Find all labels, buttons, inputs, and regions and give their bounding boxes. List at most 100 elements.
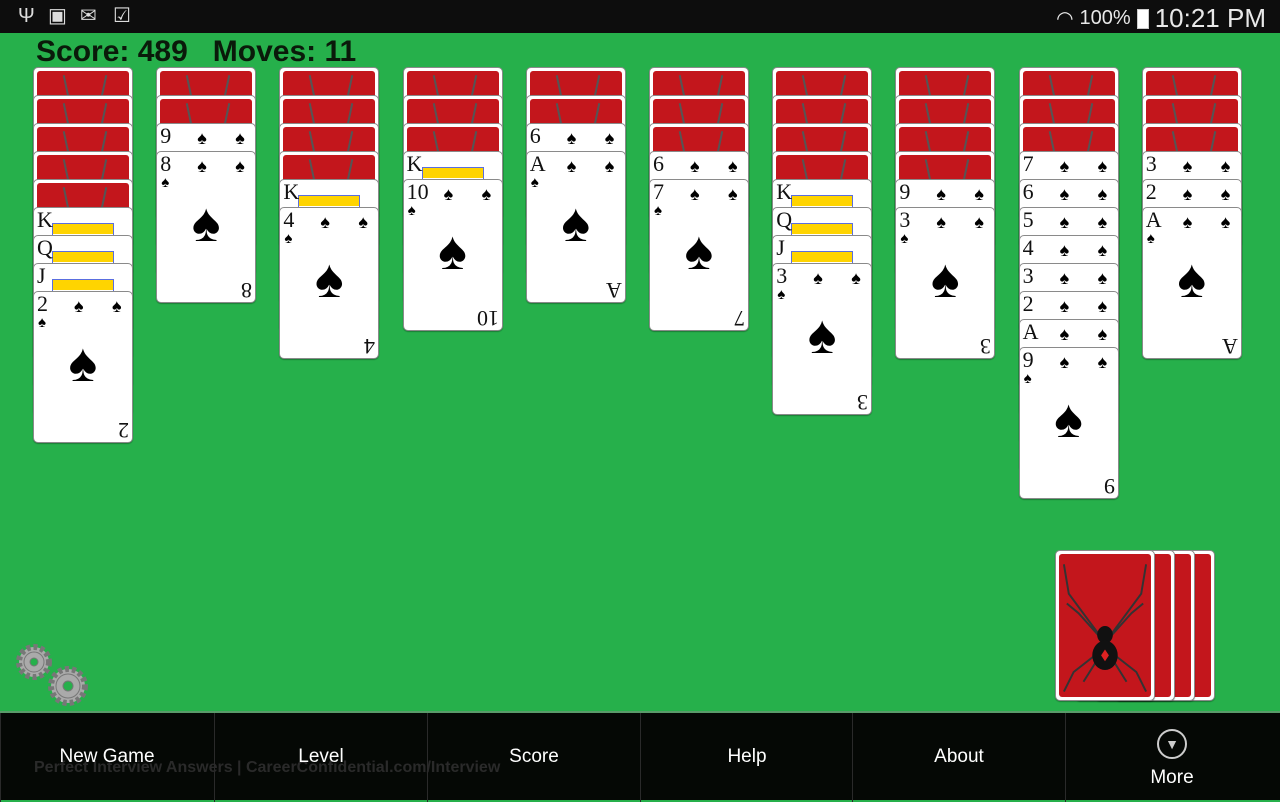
card-rank: 2 <box>37 291 48 316</box>
spade-icon: ♠ <box>235 156 245 176</box>
card-9-spades[interactable]: 9 ♠ ♠ ♠ ♠ 9 <box>1018 347 1119 499</box>
spade-icon: ♠ <box>974 212 984 232</box>
spade-icon: ♠ <box>851 268 861 288</box>
spade-icon: ♠ <box>1097 156 1108 176</box>
card-rank: A <box>529 151 546 176</box>
moves-label: Moves: 11 <box>212 35 357 68</box>
card-4-spades[interactable]: 4 ♠ ♠ ♠ ♠ 4 <box>279 207 380 359</box>
spade-icon: ♠ <box>1097 324 1108 344</box>
spade-icon: ♠ <box>1182 156 1193 176</box>
spade-icon: ♠ <box>1220 156 1231 176</box>
battery-icon <box>1136 8 1149 29</box>
menu-more[interactable]: ▼ More <box>1065 713 1278 802</box>
spade-icon: ♠ <box>197 156 207 176</box>
card-rank: 4 <box>1022 235 1034 260</box>
card-10-spades[interactable]: 10 ♠ ♠ ♠ ♠ 10 <box>402 179 503 331</box>
menu-level[interactable]: Level <box>214 713 427 802</box>
spade-icon: ♠ <box>1097 352 1108 372</box>
spade-icon: ♠ <box>604 128 615 148</box>
spade-icon: ♠ <box>1059 296 1070 316</box>
spade-icon: ♠ <box>728 156 738 176</box>
card-rank-rotated: A <box>605 278 622 303</box>
spade-icon: ♠ <box>320 212 330 232</box>
card-rank-rotated: 8 <box>241 278 253 303</box>
wifi-icon: ◠ <box>1056 8 1074 30</box>
card-rank: Q <box>37 235 53 260</box>
spade-icon: ♠ <box>284 230 293 247</box>
score-display: Score: 489 Moves: 11 <box>36 34 356 70</box>
usb-icon: Ψ <box>18 5 35 27</box>
card-rank-rotated: 3 <box>857 390 869 415</box>
card-3-spades[interactable]: 3 ♠ ♠ ♠ ♠ 3 <box>772 263 873 415</box>
spade-icon: ♠ <box>74 296 84 316</box>
spade-icon: ♠ <box>1220 184 1231 204</box>
spade-icon: ♠ <box>438 221 467 281</box>
card-rank: 6 <box>653 151 664 176</box>
menu-score[interactable]: Score <box>427 713 640 802</box>
card-rank: 9 <box>160 123 172 148</box>
spade-icon: ♠ <box>690 156 700 176</box>
menu-help[interactable]: Help <box>640 713 853 802</box>
card-back-pattern <box>1059 554 1151 697</box>
spade-icon: ♠ <box>1059 268 1070 288</box>
card-rank: K <box>37 207 53 232</box>
card-rank: A <box>1145 207 1162 232</box>
spade-icon: ♠ <box>1097 268 1108 288</box>
card-rank: 7 <box>1022 151 1034 176</box>
spade-icon: ♠ <box>38 314 46 331</box>
spade-icon: ♠ <box>604 156 615 176</box>
spade-icon: ♠ <box>197 128 207 148</box>
spade-icon: ♠ <box>566 156 577 176</box>
spade-icon: ♠ <box>936 184 946 204</box>
card-rank: 2 <box>1145 179 1157 204</box>
card-A-spades[interactable]: A ♠ ♠ ♠ ♠ A <box>1141 207 1242 359</box>
card-rank: A <box>1022 319 1039 344</box>
spade-icon: ♠ <box>931 249 960 309</box>
battery-percent: 100% <box>1079 7 1131 29</box>
spade-icon: ♠ <box>1097 240 1108 260</box>
spade-icon: ♠ <box>1182 212 1193 232</box>
card-rank-rotated: 4 <box>364 334 376 359</box>
card-rank: 9 <box>1022 347 1034 372</box>
card-rank: 6 <box>1022 179 1034 204</box>
card-rank: K <box>283 179 300 204</box>
card-rank: K <box>406 151 423 176</box>
spade-icon: ♠ <box>1059 184 1070 204</box>
score-label: Score: 489 <box>36 35 188 68</box>
card-8-spades[interactable]: 8 ♠ ♠ ♠ ♠ 8 <box>156 151 257 303</box>
card-rank-rotated: 3 <box>980 334 992 359</box>
gallery-icon: ▣ <box>48 5 67 27</box>
spade-icon: ♠ <box>1059 324 1070 344</box>
clock: 10:21 PM <box>1154 3 1266 33</box>
spade-icon: ♠ <box>68 333 98 393</box>
spade-icon: ♠ <box>1182 184 1193 204</box>
menu-about[interactable]: About <box>852 713 1065 802</box>
card-rank: 9 <box>899 179 911 204</box>
menu-new-game[interactable]: New Game <box>0 713 213 802</box>
settings-gears-icon[interactable] <box>12 640 96 710</box>
card-rank: J <box>776 235 785 260</box>
chevron-down-icon: ▼ <box>1157 729 1187 759</box>
spade-icon: ♠ <box>1097 296 1108 316</box>
card-rank: J <box>37 263 46 288</box>
spade-icon: ♠ <box>728 184 738 204</box>
stock-card[interactable] <box>1055 550 1155 701</box>
card-7-spades[interactable]: 7 ♠ ♠ ♠ ♠ 7 <box>649 179 749 331</box>
card-A-spades[interactable]: A ♠ ♠ ♠ ♠ A <box>525 151 626 303</box>
card-2-spades[interactable]: 2 ♠ ♠ ♠ ♠ 2 <box>33 291 133 443</box>
spade-icon: ♠ <box>1023 370 1032 387</box>
spade-icon: ♠ <box>813 268 823 288</box>
spade-icon: ♠ <box>900 230 909 247</box>
spade-icon: ♠ <box>1097 212 1108 232</box>
card-rank-rotated: 2 <box>118 418 129 443</box>
card-rank-rotated: 7 <box>734 306 745 331</box>
spade-icon: ♠ <box>566 128 577 148</box>
spade-icon: ♠ <box>936 212 946 232</box>
card-rank: Q <box>776 207 793 232</box>
card-rank: 3 <box>1022 263 1034 288</box>
spade-icon: ♠ <box>1177 249 1207 309</box>
card-rank: 4 <box>283 207 295 232</box>
spade-icon: ♠ <box>974 184 984 204</box>
spade-icon: ♠ <box>1220 212 1231 232</box>
card-3-spades[interactable]: 3 ♠ ♠ ♠ ♠ 3 <box>895 207 996 359</box>
